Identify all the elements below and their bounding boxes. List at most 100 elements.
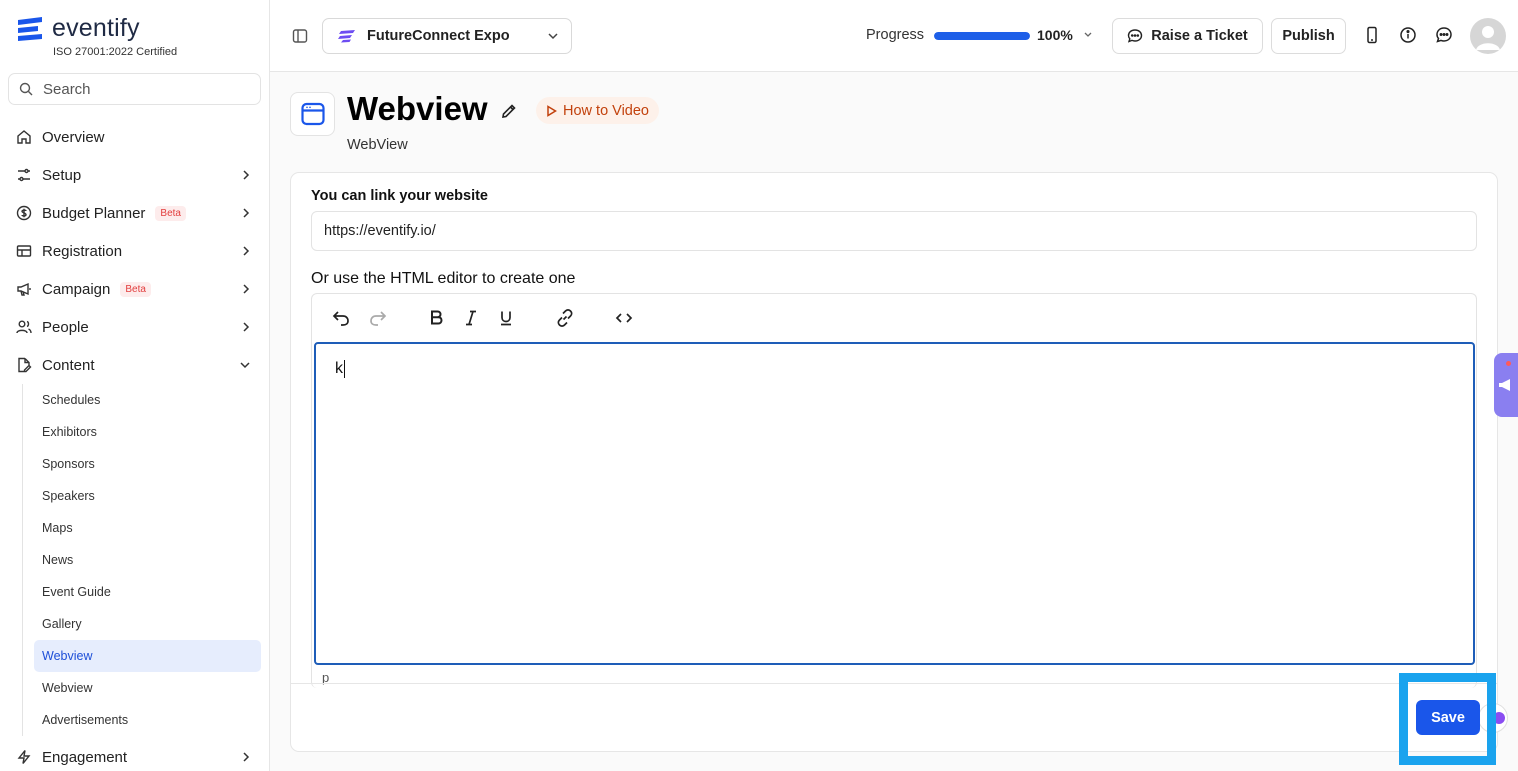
feedback-side-tab[interactable] (1494, 353, 1518, 417)
chevron-down-icon (240, 362, 250, 369)
redo-icon (370, 311, 387, 326)
html-editor-label: Or use the HTML editor to create one (311, 270, 576, 287)
info-icon (1400, 27, 1416, 43)
undo-button[interactable] (329, 306, 353, 330)
chat-icon (1436, 27, 1452, 43)
sidebar-subitem-gallery[interactable]: Gallery (34, 608, 261, 640)
progress-value: 100% (1037, 27, 1073, 43)
event-selector[interactable]: FutureConnect Expo (322, 18, 572, 54)
megaphone-icon (17, 282, 31, 296)
home-icon (17, 130, 31, 144)
website-url-input[interactable] (311, 211, 1477, 251)
sidebar-toggle-button[interactable] (292, 28, 308, 44)
sidebar-subitem-speakers[interactable]: Speakers (34, 480, 261, 512)
sidebar-item-people[interactable]: People (8, 308, 261, 346)
how-to-video-label: How to Video (563, 102, 649, 119)
redo-button[interactable] (366, 306, 390, 330)
bold-button[interactable] (424, 306, 448, 330)
eventify-logo-icon (18, 16, 42, 41)
sidebar-item-setup[interactable]: Setup (8, 156, 261, 194)
progress-bar (934, 32, 1030, 40)
sidebar-item-overview[interactable]: Overview (8, 118, 261, 156)
editor-toolbar (312, 294, 1476, 342)
info-button[interactable] (1399, 26, 1417, 44)
progress-dropdown[interactable] (1082, 30, 1094, 40)
chat-button[interactable] (1435, 26, 1453, 44)
users-icon (16, 320, 32, 334)
sidebar-item-campaign[interactable]: Campaign Beta (8, 270, 261, 308)
topbar: FutureConnect Expo Progress 100% Raise a… (270, 0, 1518, 72)
sidebar-subitem-schedules[interactable]: Schedules (34, 384, 261, 416)
beta-badge: Beta (120, 281, 151, 297)
sidebar-toggle-icon (292, 29, 308, 43)
brand[interactable]: eventify ISO 27001:2022 Certified (16, 14, 177, 58)
edit-title-button[interactable] (501, 103, 517, 119)
bolt-icon (17, 750, 31, 764)
file-edit-icon (18, 357, 32, 373)
sidebar-subitem-sponsors[interactable]: Sponsors (34, 448, 261, 480)
publish-button[interactable]: Publish (1271, 18, 1346, 54)
webview-form-card: You can link your website Or use the HTM… (290, 172, 1498, 752)
notification-dot (1506, 361, 1511, 366)
save-button-highlight (1399, 673, 1496, 765)
progress-fill (934, 32, 1030, 40)
sidebar-item-registration[interactable]: Registration (8, 232, 261, 270)
page-title: Webview (347, 90, 488, 127)
chevron-right-icon (243, 208, 250, 218)
chevron-right-icon (243, 752, 250, 762)
sidebar-item-budget-planner[interactable]: Budget Planner Beta (8, 194, 261, 232)
card-footer-divider (291, 683, 1497, 684)
page-subtitle: WebView (347, 137, 408, 153)
progress-label: Progress (866, 27, 925, 43)
event-name: FutureConnect Expo (367, 28, 510, 44)
sidebar-subitem-maps[interactable]: Maps (34, 512, 261, 544)
brand-name: eventify (52, 14, 140, 42)
chat-bubble-icon (1128, 29, 1143, 43)
sidebar-subitem-event-guide[interactable]: Event Guide (34, 576, 261, 608)
code-view-button[interactable] (612, 306, 636, 330)
sidebar: eventify ISO 27001:2022 Certified Search… (0, 0, 270, 771)
sidebar-subitem-news[interactable]: News (34, 544, 261, 576)
raise-ticket-label: Raise a Ticket (1151, 28, 1248, 44)
sidebar-subitem-exhibitors[interactable]: Exhibitors (34, 416, 261, 448)
html-editor: k p (311, 293, 1477, 688)
sidebar-subitem-webview-active[interactable]: Webview (34, 640, 261, 672)
underline-button[interactable] (494, 306, 518, 330)
code-icon (615, 313, 633, 323)
sidebar-item-label: Budget Planner (42, 204, 146, 222)
sidebar-item-label: Content (42, 356, 95, 374)
sidebar-item-label: Engagement (42, 748, 128, 766)
editor-content-area[interactable]: k (314, 342, 1475, 665)
website-field-label: You can link your website (311, 188, 488, 204)
link-button[interactable] (553, 306, 577, 330)
publish-label: Publish (1282, 28, 1335, 44)
italic-button[interactable] (459, 306, 483, 330)
search-icon (19, 82, 33, 96)
editor-content-text: k (335, 360, 345, 378)
chevron-right-icon (243, 170, 250, 180)
content-submenu: Schedules Exhibitors Sponsors Speakers M… (22, 384, 261, 736)
event-logo-icon (338, 30, 355, 43)
sidebar-item-engagement[interactable]: Engagement (8, 738, 261, 771)
raise-ticket-button[interactable]: Raise a Ticket (1112, 18, 1263, 54)
sidebar-item-content[interactable]: Content (8, 346, 261, 384)
beta-badge: Beta (155, 205, 186, 221)
table-icon (16, 245, 32, 257)
avatar[interactable] (1470, 18, 1506, 54)
sidebar-subitem-advertisements[interactable]: Advertisements (34, 704, 261, 736)
mobile-phone-icon (1367, 26, 1377, 44)
chevron-down-icon (548, 33, 558, 40)
mobile-preview-button[interactable] (1364, 26, 1380, 44)
link-icon (557, 309, 573, 327)
dollar-circle-icon (16, 205, 32, 221)
chevron-right-icon (243, 246, 250, 256)
search-placeholder: Search (43, 80, 91, 98)
bold-icon (431, 310, 443, 325)
search-input[interactable]: Search (8, 73, 261, 105)
webview-page-icon (290, 92, 335, 136)
sidebar-item-label: Registration (42, 242, 123, 260)
megaphone-icon (1499, 379, 1510, 391)
sidebar-item-label: Overview (42, 128, 105, 146)
how-to-video-button[interactable]: How to Video (536, 97, 659, 124)
sidebar-subitem-webview[interactable]: Webview (34, 672, 261, 704)
